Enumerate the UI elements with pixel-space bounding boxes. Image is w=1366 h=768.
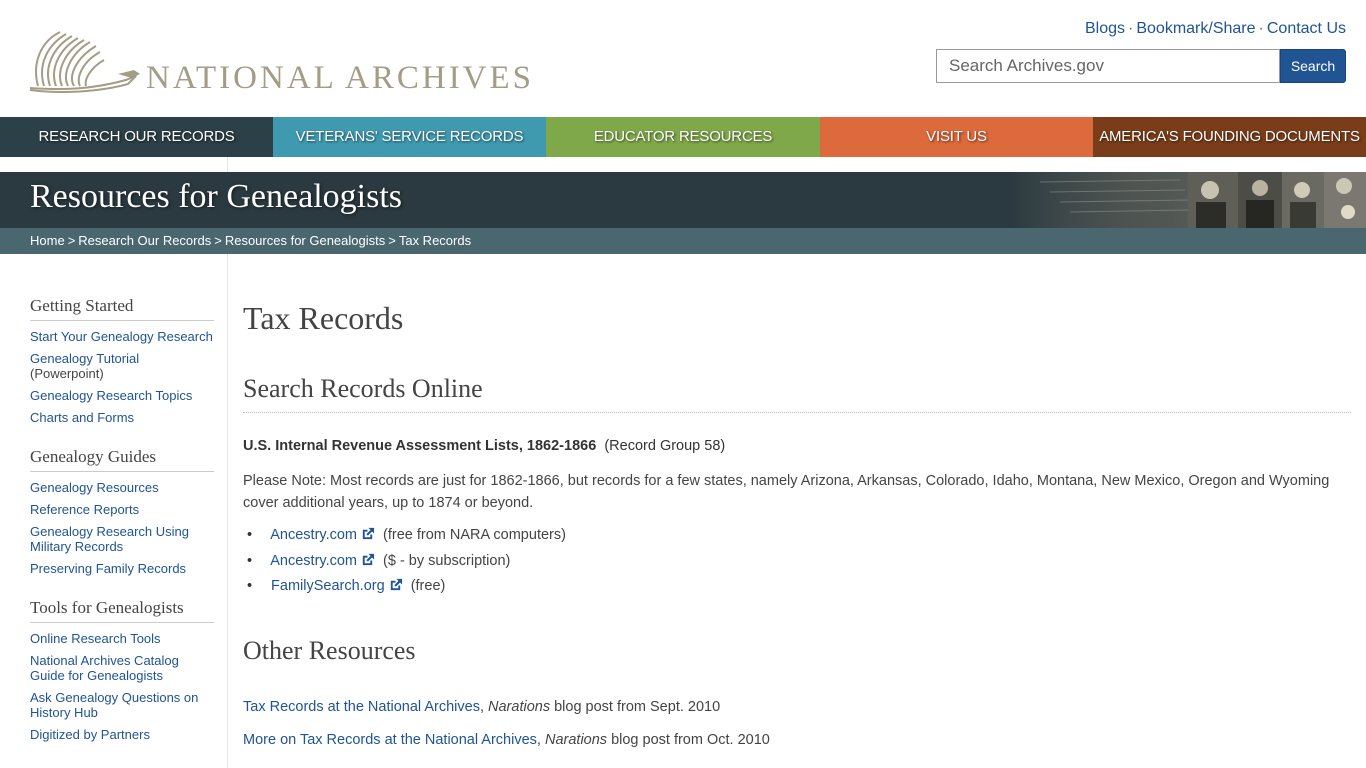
external-link-icon	[362, 527, 375, 540]
sidebar-link-digitized-partners[interactable]: Digitized by Partners	[30, 727, 214, 742]
banner-title: Resources for Genealogists	[30, 178, 403, 215]
breadcrumb-resources-for-genealogists[interactable]: Resources for Genealogists	[225, 233, 385, 248]
page-title: Tax Records	[243, 300, 404, 336]
sidebar-link-charts-forms[interactable]: Charts and Forms	[30, 410, 214, 425]
sidebar-link-tutorial[interactable]: Genealogy Tutorial	[30, 351, 139, 366]
family-photos-image	[1010, 172, 1366, 228]
sidebar-link-military-records[interactable]: Genealogy Research Using Military Record…	[30, 524, 214, 554]
sidebar-link-online-tools[interactable]: Online Research Tools	[30, 631, 214, 646]
nav-americas-founding-documents[interactable]: AMERICA'S FOUNDING DOCUMENTS	[1093, 117, 1366, 157]
sidebar-tutorial-note: (Powerpoint)	[30, 366, 104, 381]
sidebar-group-getting-started: Getting Started Start Your Genealogy Res…	[30, 296, 214, 425]
record-heading: U.S. Internal Revenue Assessment Lists, …	[243, 438, 725, 454]
nav-research-our-records[interactable]: RESEARCH OUR RECORDS	[0, 117, 273, 157]
nav-visit-us[interactable]: VISIT US	[820, 117, 1093, 157]
national-archives-logo[interactable]: NATIONAL ARCHIVES	[30, 24, 550, 96]
sidebar-link-genealogy-resources[interactable]: Genealogy Resources	[30, 480, 214, 495]
main-content: Tax Records Search Records Online U.S. I…	[243, 296, 1351, 748]
section-title-other-resources: Other Resources	[243, 636, 416, 665]
breadcrumb: Home > Research Our Records > Resources for …	[0, 228, 1366, 254]
eagle-logo-icon	[30, 31, 140, 93]
section-title-search-online: Search Records Online	[243, 374, 1351, 413]
breadcrumb-research-our-records[interactable]: Research Our Records	[78, 233, 211, 248]
sidebar-heading: Genealogy Guides	[30, 447, 214, 472]
please-note: Please Note: Most records are just for 1…	[243, 473, 1330, 511]
sidebar-link-history-hub[interactable]: Ask Genealogy Questions on History Hub	[30, 690, 214, 720]
bookmark-share-link[interactable]: Bookmark/Share	[1136, 20, 1255, 37]
blog-name: Narations	[544, 732, 608, 748]
nav-educator-resources[interactable]: EDUCATOR RESOURCES	[546, 117, 820, 157]
link-note: (free from NARA computers)	[383, 527, 566, 543]
sidebar-group-tools: Tools for Genealogists Online Research T…	[30, 598, 214, 742]
sidebar-link-preserving-records[interactable]: Preserving Family Records	[30, 561, 214, 576]
search-input[interactable]: Search Archives.gov	[936, 49, 1280, 83]
external-link-icon	[390, 578, 402, 591]
breadcrumb-home[interactable]: Home	[30, 233, 65, 248]
sidebar-heading: Tools for Genealogists	[30, 598, 214, 623]
link-note: (free)	[410, 578, 446, 594]
sidebar-item-tutorial: Genealogy Tutorial (Powerpoint)	[30, 351, 214, 381]
sidebar-heading: Getting Started	[30, 296, 214, 321]
link-note: ($ - by subscription)	[383, 552, 511, 569]
record-title: U.S. Internal Revenue Assessment Lists, …	[243, 438, 597, 454]
sidebar-link-research-topics[interactable]: Genealogy Research Topics	[30, 388, 214, 403]
list-item: Ancestry.com ($ - by subscription)	[243, 550, 566, 576]
record-group: (Record Group 58)	[604, 438, 726, 454]
resource-line: More on Tax Records at the National Arch…	[243, 732, 770, 748]
resource-line: Tax Records at the National Archives, Na…	[243, 699, 721, 715]
search-button[interactable]: Search	[1280, 49, 1346, 83]
sidebar-link-catalog-guide[interactable]: National Archives Catalog Guide for Gene…	[30, 653, 214, 683]
utility-links: Blogs · Bookmark/Share · Contact Us	[1085, 20, 1346, 37]
sidebar-group-genealogy-guides: Genealogy Guides Genealogy Resources Ref…	[30, 447, 214, 576]
list-item: Ancestry.com (free from NARA computers)	[243, 524, 566, 550]
site-header: NATIONAL ARCHIVES Blogs · Bookmark/Share · C…	[0, 0, 1366, 117]
contact-us-link[interactable]: Contact Us	[1267, 20, 1346, 37]
blog-name: Narations	[488, 699, 551, 715]
sidebar-link-start-research[interactable]: Start Your Genealogy Research	[30, 329, 214, 344]
breadcrumb-current-page: Tax Records	[398, 233, 472, 248]
blogs-link[interactable]: Blogs	[1085, 20, 1125, 37]
more-tax-records-blog-link[interactable]: More on Tax Records at the National Arch…	[243, 732, 537, 748]
external-link-icon	[362, 553, 375, 565]
sidebar: Getting Started Start Your Genealogy Res…	[30, 296, 214, 764]
tax-records-blog-link[interactable]: Tax Records at the National Archives	[243, 699, 480, 715]
main-nav: RESEARCH OUR RECORDS VETERANS' SERVICE R…	[0, 117, 1366, 157]
sidebar-link-reference-reports[interactable]: Reference Reports	[30, 502, 214, 517]
familysearch-link[interactable]: FamilySearch.org	[271, 578, 385, 594]
nav-veterans-service-records[interactable]: VETERANS' SERVICE RECORDS	[273, 117, 546, 157]
logo-text: NATIONAL ARCHIVES	[146, 60, 535, 96]
list-item: FamilySearch.org (free)	[243, 575, 566, 601]
ancestry-free-link[interactable]: Ancestry.com	[270, 527, 357, 543]
ancestry-subscription-link[interactable]: Ancestry.com	[270, 553, 357, 569]
online-links-list: Ancestry.com (free from NARA computers) …	[243, 524, 566, 601]
section-banner: Resources for Genealogists	[0, 172, 1366, 228]
